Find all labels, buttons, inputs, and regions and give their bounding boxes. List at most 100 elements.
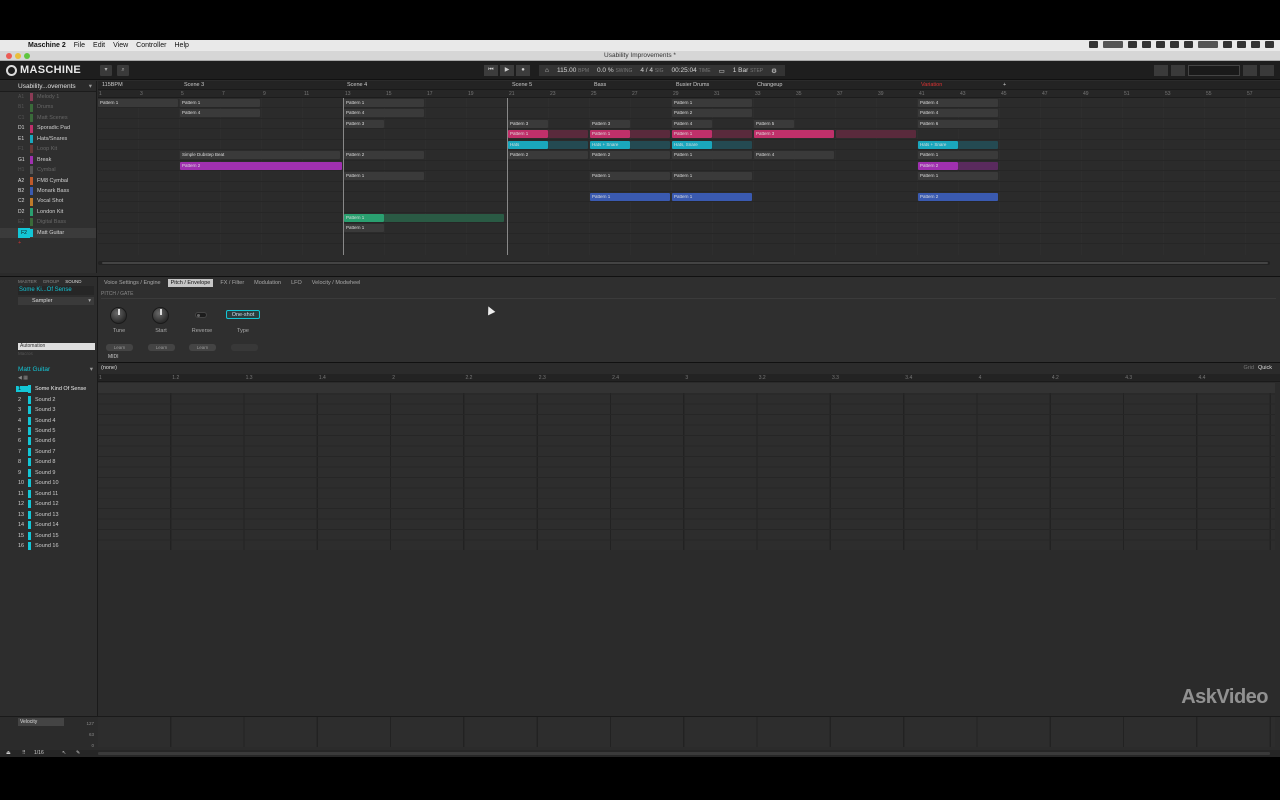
- arranger-clip[interactable]: Pattern 2: [590, 151, 670, 160]
- sound-name[interactable]: Some Ki...Of Sense: [18, 286, 94, 295]
- group-lane[interactable]: [98, 234, 1280, 245]
- arranger-clip[interactable]: Simple Dubstep Beat: [180, 151, 340, 160]
- velocity-grid[interactable]: [98, 717, 1275, 747]
- group-row[interactable]: C1 Matt Scenes: [0, 113, 96, 123]
- group-row[interactable]: A1 Melody 1: [0, 92, 96, 102]
- close-icon[interactable]: [6, 53, 12, 59]
- sound-row[interactable]: 10 Sound 10: [16, 478, 96, 488]
- swing-value[interactable]: 0.0 %: [597, 67, 614, 74]
- clip-loop[interactable]: [836, 130, 916, 139]
- tab-master[interactable]: MASTER: [18, 279, 37, 284]
- add-group-button[interactable]: +: [0, 238, 96, 248]
- arranger-clip[interactable]: Pattern 1: [672, 172, 752, 181]
- arranger-clip[interactable]: Hats + Snare: [918, 140, 958, 149]
- clip-loop[interactable]: [630, 140, 670, 149]
- type-selector[interactable]: One-shot: [226, 310, 260, 319]
- sound-row[interactable]: 4 Sound 4: [16, 415, 96, 425]
- group-selector[interactable]: Matt Guitar: [18, 365, 96, 374]
- scene-label[interactable]: Changeup: [757, 82, 782, 88]
- scene-label[interactable]: Busier Drums: [676, 82, 709, 88]
- arranger-clip[interactable]: Pattern 3: [508, 119, 548, 128]
- sound-row[interactable]: 12 Sound 12: [16, 499, 96, 509]
- arranger-clip[interactable]: Pattern 1: [590, 193, 670, 202]
- group-row[interactable]: F2 Matt Guitar: [0, 227, 96, 239]
- automation-tab[interactable]: Automation: [18, 343, 95, 350]
- arranger-clip[interactable]: Hats + Snare: [590, 140, 630, 149]
- group-row[interactable]: A2 FM8 Cymbal: [0, 176, 96, 186]
- clip-loop[interactable]: [548, 140, 588, 149]
- arranger-clip[interactable]: Pattern 1: [918, 151, 998, 160]
- arranger-clip[interactable]: Pattern 1: [672, 151, 752, 160]
- scene-label[interactable]: Scene 3: [184, 82, 204, 88]
- add-scene-button[interactable]: +: [1003, 82, 1006, 88]
- learn-button[interactable]: Learn: [148, 344, 175, 351]
- note-grid[interactable]: [98, 383, 1275, 550]
- sound-row[interactable]: 14 Sound 14: [16, 520, 96, 530]
- menu-dropdown-icon[interactable]: ▾: [100, 65, 112, 76]
- pattern-scrollbar[interactable]: [98, 752, 1270, 755]
- sound-row[interactable]: 1 Some Kind Of Sense: [16, 384, 96, 394]
- search-icon[interactable]: ⌕: [117, 65, 129, 76]
- tab-lfo[interactable]: LFO: [288, 279, 305, 287]
- menu-file[interactable]: File: [74, 42, 85, 49]
- arranger-clip[interactable]: Pattern 1: [344, 213, 384, 222]
- clip-loop[interactable]: [630, 130, 670, 139]
- tray-icon[interactable]: [1089, 41, 1098, 48]
- scene-label[interactable]: 115BPM: [102, 82, 123, 88]
- follow-icon[interactable]: ▭: [719, 67, 725, 75]
- plugin-slot-sampler[interactable]: Sampler: [18, 297, 94, 305]
- arranger-clip[interactable]: Pattern 4: [918, 99, 998, 107]
- search-icon[interactable]: [1251, 41, 1260, 48]
- reverse-toggle[interactable]: [195, 312, 207, 318]
- arranger-clip[interactable]: Pattern 4: [180, 109, 260, 118]
- arranger-clip[interactable]: Pattern 3: [590, 119, 630, 128]
- tray-icon[interactable]: [1156, 41, 1165, 48]
- tab-voice-settings[interactable]: Voice Settings / Engine: [101, 279, 164, 287]
- clip-loop[interactable]: [958, 140, 998, 149]
- clip-loop[interactable]: [712, 140, 752, 149]
- group-lane[interactable]: [98, 213, 1280, 224]
- arranger-clip[interactable]: Pattern 6: [918, 119, 998, 128]
- bar-ruler[interactable]: 1 3 5 7 9 11 13 15 17 19 21 23 25 27 29 31 33 35 37 39 41 43 4…: [98, 90, 1280, 98]
- arranger-clip[interactable]: Pattern 1: [590, 130, 630, 139]
- browser-toggle-icon[interactable]: [1260, 65, 1274, 76]
- arranger-clip[interactable]: Pattern 2: [180, 161, 342, 170]
- arranger-clip[interactable]: Pattern 1: [180, 99, 260, 107]
- tab-group[interactable]: GROUP: [43, 279, 60, 284]
- velocity-selector[interactable]: Velocity: [18, 718, 64, 726]
- clip-loop[interactable]: [548, 130, 588, 139]
- menu-controller[interactable]: Controller: [136, 42, 166, 49]
- group-lane[interactable]: [98, 223, 1280, 234]
- tray-icon[interactable]: [1128, 41, 1137, 48]
- scene-label[interactable]: Scene 4: [347, 82, 367, 88]
- group-row[interactable]: D1 Sporadic Pad: [0, 123, 96, 133]
- eject-icon[interactable]: ⏏: [6, 750, 11, 756]
- tab-modulation[interactable]: Modulation: [251, 279, 284, 287]
- tray-icon[interactable]: [1184, 41, 1193, 48]
- arranger-clip[interactable]: Pattern 5: [754, 119, 794, 128]
- arranger-clip[interactable]: Hats, Snare: [672, 140, 712, 149]
- tray-icon[interactable]: [1103, 41, 1123, 48]
- group-row[interactable]: H1 Cymbal: [0, 165, 96, 175]
- pointer-tool-icon[interactable]: ↖: [62, 750, 66, 756]
- arranger-scrollbar[interactable]: [98, 261, 1270, 265]
- sound-row[interactable]: 8 Sound 8: [16, 457, 96, 467]
- arranger-clip[interactable]: Pattern 4: [754, 151, 834, 160]
- group-row[interactable]: E2 Digital Bass: [0, 217, 96, 227]
- play-icon[interactable]: ▶: [500, 65, 514, 76]
- scene-label[interactable]: Scene 5: [512, 82, 532, 88]
- arranger-clip[interactable]: Pattern 3: [344, 119, 384, 128]
- arranger-clip[interactable]: Pattern 4: [672, 119, 712, 128]
- sound-row[interactable]: 7 Sound 7: [16, 447, 96, 457]
- group-lane[interactable]: [98, 203, 1280, 213]
- sound-row[interactable]: 15 Sound 15: [16, 530, 96, 540]
- clip-loop[interactable]: [384, 213, 504, 222]
- group-row[interactable]: F1 Loop Kit: [0, 144, 96, 154]
- arranger-clip[interactable]: Pattern 2: [918, 161, 958, 170]
- tab-pitch-envelope[interactable]: Pitch / Envelope: [167, 279, 214, 287]
- zoom-icon[interactable]: [24, 53, 30, 59]
- clip-loop[interactable]: [712, 130, 752, 139]
- rewind-icon[interactable]: ⏮: [484, 65, 498, 76]
- arranger-clip[interactable]: Pattern 1: [98, 99, 178, 107]
- arranger-clip[interactable]: Pattern 4: [344, 109, 424, 118]
